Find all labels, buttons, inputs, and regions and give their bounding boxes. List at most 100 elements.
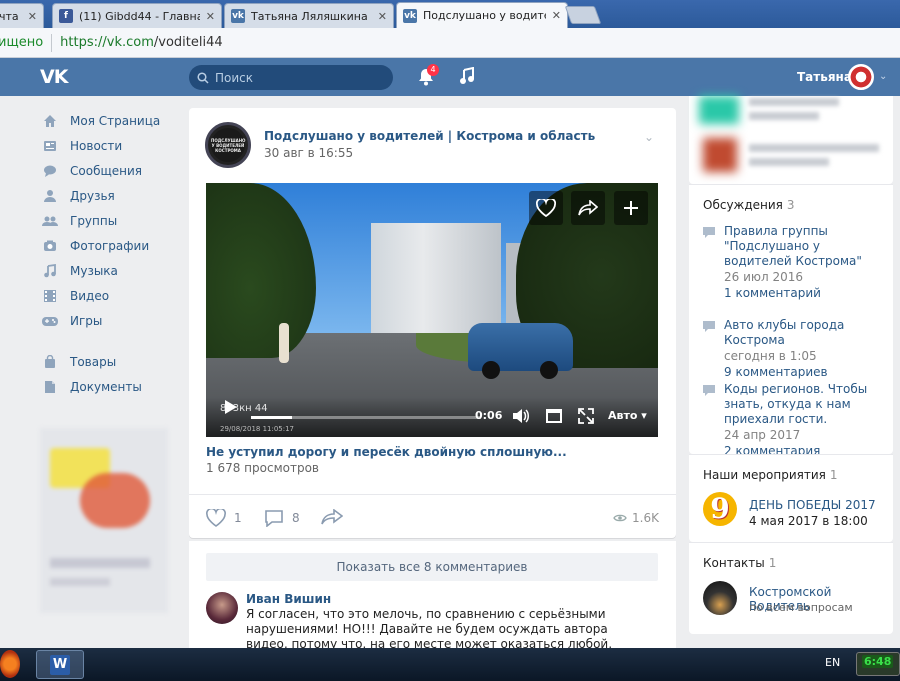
sidebar-item-video[interactable]: Видео: [38, 283, 188, 308]
events-header[interactable]: Наши мероприятия 1: [703, 468, 838, 482]
chevron-down-icon[interactable]: ⌄: [644, 130, 654, 144]
video-timestamp: 29/08/2018 11:05:17: [220, 425, 295, 433]
language-indicator[interactable]: EN: [825, 656, 840, 669]
url-text[interactable]: https://vk.com/voditeli44: [60, 35, 222, 50]
discussions-title: Обсуждения: [703, 198, 783, 212]
add-video-button[interactable]: [614, 191, 648, 225]
sidebar-item-news[interactable]: Новости: [38, 133, 188, 158]
share-icon: [321, 509, 343, 525]
close-icon[interactable]: ✕: [552, 9, 561, 22]
comment-icon: [265, 510, 283, 527]
vk-logo[interactable]: VK: [40, 66, 72, 88]
fullscreen-icon[interactable]: [578, 408, 594, 424]
volume-icon[interactable]: [512, 408, 530, 424]
sidebar-item-messages[interactable]: Сообщения: [38, 158, 188, 183]
event-icon[interactable]: 9: [703, 492, 737, 526]
like-video-button[interactable]: [529, 191, 563, 225]
messages-icon: [42, 163, 58, 179]
comments-section: Показать все 8 комментариев Иван Вишин Я…: [189, 541, 676, 666]
sidebar-item-label: Товары: [70, 354, 117, 369]
share-button[interactable]: [321, 509, 351, 525]
music-icon[interactable]: [459, 67, 475, 85]
sidebar-item-my-page[interactable]: Моя Страница: [38, 108, 188, 133]
url-host: https://vk.com: [60, 35, 154, 50]
friends-icon: [42, 188, 58, 204]
video-icon: [42, 288, 58, 304]
events-block: Наши мероприятия 1 9 ДЕНЬ ПОБЕДЫ 2017 4 м…: [689, 454, 893, 542]
close-icon[interactable]: ✕: [378, 10, 387, 23]
discussions-header[interactable]: Обсуждения 3: [703, 198, 795, 212]
discussion-comments[interactable]: 9 комментариев: [724, 364, 883, 381]
sidebar-item-documents[interactable]: Документы: [38, 374, 188, 399]
media-player-icon[interactable]: [0, 650, 20, 678]
sidebar-nav: Моя Страница Новости Сообщения Друзья Гр…: [38, 108, 188, 399]
quality-label: Авто: [608, 409, 638, 422]
play-icon[interactable]: [224, 399, 238, 415]
chevron-down-icon[interactable]: ⌄: [879, 71, 887, 82]
sidebar-item-groups[interactable]: Группы: [38, 208, 188, 233]
sidebar-item-photos[interactable]: Фотографии: [38, 233, 188, 258]
discussions-count: 3: [786, 198, 795, 212]
avatar[interactable]: [703, 581, 737, 615]
address-bar[interactable]: ищено https://vk.com/voditeli44: [0, 28, 900, 58]
sidebar-item-friends[interactable]: Друзья: [38, 183, 188, 208]
news-icon: [42, 138, 58, 154]
like-count: 1: [234, 511, 242, 525]
discussion-comments[interactable]: 1 комментарий: [724, 285, 883, 302]
picture-in-picture-icon[interactable]: [546, 409, 562, 423]
group-avatar[interactable]: ПОДСЛУШАНО У ВОДИТЕЛЕЙ КОСТРОМА: [205, 122, 251, 168]
discussion-item[interactable]: Коды регионов. Чтобы знать, откуда к нам…: [703, 382, 883, 460]
new-tab-button[interactable]: [564, 6, 602, 24]
sidebar-item-label: Игры: [70, 313, 103, 328]
share-video-button[interactable]: [571, 191, 605, 225]
document-icon: [42, 379, 58, 395]
facebook-icon: f: [59, 9, 73, 23]
comment-button[interactable]: 8: [264, 509, 300, 527]
word-taskbar-button[interactable]: W: [36, 650, 84, 679]
video-player[interactable]: 873кн 44 0:06 Авто ▾ 29/08/2018 11:05:17: [206, 183, 658, 437]
browser-tab-bar: чта М ✕ f (11) Gibdd44 - Главная ✕ vk Та…: [0, 0, 900, 28]
sidebar-item-label: Моя Страница: [70, 113, 161, 128]
show-all-comments-button[interactable]: Показать все 8 комментариев: [206, 553, 658, 581]
close-icon[interactable]: ✕: [206, 10, 215, 23]
discussion-item[interactable]: Авто клубы города Кострома сегодня в 1:0…: [703, 318, 883, 381]
user-name[interactable]: Татьяна: [797, 70, 852, 84]
tab-mail[interactable]: чта М ✕: [0, 3, 44, 28]
blurred-ad[interactable]: [40, 428, 168, 613]
like-button[interactable]: 1: [206, 509, 242, 527]
tab-tatiana[interactable]: vk Татьяна Ляляшкина ✕: [224, 3, 394, 28]
search-icon: [197, 71, 209, 84]
sidebar-item-games[interactable]: Игры: [38, 308, 188, 333]
views-counter: 1.6K: [613, 511, 659, 525]
video-title-link[interactable]: Не уступил дорогу и пересёк двойную спло…: [206, 445, 567, 459]
video-progress-bar[interactable]: [251, 416, 481, 419]
contacts-block: Контакты 1 Костромской Водитель по всем в…: [689, 542, 893, 634]
comment-icon: [703, 227, 715, 238]
sidebar-item-label: Документы: [70, 379, 142, 394]
discussion-item[interactable]: Правила группы "Подслушано у водителей К…: [703, 224, 883, 302]
blurred-members[interactable]: [689, 96, 893, 184]
tab-voditeli[interactable]: vk Подслушано у водителе ✕: [396, 2, 568, 28]
sidebar-item-music[interactable]: Музыка: [38, 258, 188, 283]
events-title: Наши мероприятия: [703, 468, 826, 482]
comment-author-link[interactable]: Иван Вишин: [246, 592, 331, 606]
search-input[interactable]: Поиск: [189, 65, 393, 90]
vk-icon: vk: [231, 9, 245, 23]
events-count: 1: [829, 468, 838, 482]
contacts-header[interactable]: Контакты 1: [703, 556, 776, 570]
avatar[interactable]: [206, 592, 238, 624]
event-title-link[interactable]: ДЕНЬ ПОБЕДЫ 2017: [749, 498, 876, 512]
sidebar-item-goods[interactable]: Товары: [38, 349, 188, 374]
avatar[interactable]: [848, 64, 874, 90]
discussion-title[interactable]: Коды регионов. Чтобы знать, откуда к нам…: [724, 382, 883, 427]
discussion-title[interactable]: Авто клубы города Кострома: [724, 318, 883, 348]
divider: [38, 333, 188, 349]
group-name-link[interactable]: Подслушано у водителей | Кострома и обла…: [264, 129, 595, 143]
discussion-title[interactable]: Правила группы "Подслушано у водителей К…: [724, 224, 883, 269]
close-icon[interactable]: ✕: [28, 10, 37, 23]
discussions-block: Обсуждения 3 Правила группы "Подслушано у…: [689, 184, 893, 458]
tab-gibdd[interactable]: f (11) Gibdd44 - Главная ✕: [52, 3, 222, 28]
video-quality-selector[interactable]: Авто ▾: [608, 409, 647, 422]
post-date[interactable]: 30 авг в 16:55: [264, 146, 353, 160]
heart-icon: [206, 509, 226, 527]
